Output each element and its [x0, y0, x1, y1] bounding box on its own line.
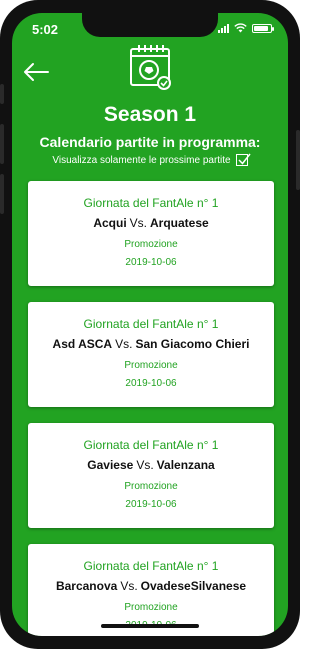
upcoming-filter-checkbox[interactable]: [235, 153, 251, 166]
versus-label: Vs.: [115, 337, 133, 351]
match-date: 2019-10-06: [125, 499, 177, 510]
match-date: 2019-10-06: [125, 257, 177, 268]
match-card[interactable]: Giornata del FantAle n° 1 Gaviese Vs. Vale…: [28, 423, 274, 528]
filter-label: Visualizza solamente le prossime partite: [52, 154, 231, 166]
away-team: San Giacomo Chieri: [135, 337, 250, 351]
home-team: Asd ASCA: [52, 337, 113, 351]
away-team: Arquatese: [150, 216, 209, 230]
screen: 5:02 Season 1 Calendario partite in prog…: [12, 13, 288, 636]
back-button[interactable]: [22, 61, 52, 83]
battery-icon: [252, 23, 274, 33]
power-button: [296, 130, 300, 190]
home-team: Barcanova: [55, 579, 118, 593]
status-time: 5:02: [32, 22, 59, 37]
calendar-soccer-icon: [130, 45, 171, 90]
match-round: Giornata del FantAle n° 1: [83, 559, 219, 573]
status-icons: [218, 23, 274, 33]
away-team: OvadeseSilvanese: [140, 579, 247, 593]
versus-label: Vs.: [120, 579, 138, 593]
home-indicator[interactable]: [101, 624, 199, 628]
home-team: Gaviese: [87, 458, 134, 472]
home-team: Acqui: [93, 216, 127, 230]
match-teams: Barcanova Vs. OvadeseSilvanese: [28, 579, 274, 593]
mute-switch: [0, 84, 4, 104]
phone-frame: 5:02 Season 1 Calendario partite in prog…: [0, 0, 300, 649]
away-team: Valenzana: [156, 458, 215, 472]
upcoming-filter: Visualizza solamente le prossime partite: [12, 153, 288, 166]
match-round: Giornata del FantAle n° 1: [83, 438, 219, 452]
season-title: Season 1: [103, 103, 197, 126]
versus-label: Vs.: [129, 216, 147, 230]
wifi-icon: [234, 23, 247, 33]
match-round: Giornata del FantAle n° 1: [83, 196, 219, 210]
match-division: Promozione: [124, 360, 178, 371]
arrow-left-icon: [24, 63, 49, 81]
notch: [82, 13, 218, 37]
check-icon: [238, 153, 251, 165]
match-round: Giornata del FantAle n° 1: [83, 317, 219, 331]
match-date: 2019-10-06: [125, 378, 177, 389]
match-teams: Asd ASCA Vs. San Giacomo Chieri: [28, 337, 274, 351]
match-division: Promozione: [124, 481, 178, 492]
versus-label: Vs.: [136, 458, 154, 472]
match-card[interactable]: Giornata del FantAle n° 1 Barcanova Vs. Ov…: [28, 544, 274, 636]
match-division: Promozione: [124, 602, 178, 613]
match-division: Promozione: [124, 239, 178, 250]
volume-up-button: [0, 124, 4, 164]
match-teams: Acqui Vs. Arquatese: [28, 216, 274, 230]
match-card[interactable]: Giornata del FantAle n° 1 Acqui Vs. Arquat…: [28, 181, 274, 286]
cellular-signal-icon: [218, 23, 229, 33]
volume-down-button: [0, 174, 4, 214]
match-card[interactable]: Giornata del FantAle n° 1 Asd ASCA Vs. San…: [28, 302, 274, 407]
schedule-subtitle: Calendario partite in programma:: [39, 134, 261, 150]
match-teams: Gaviese Vs. Valenzana: [28, 458, 274, 472]
